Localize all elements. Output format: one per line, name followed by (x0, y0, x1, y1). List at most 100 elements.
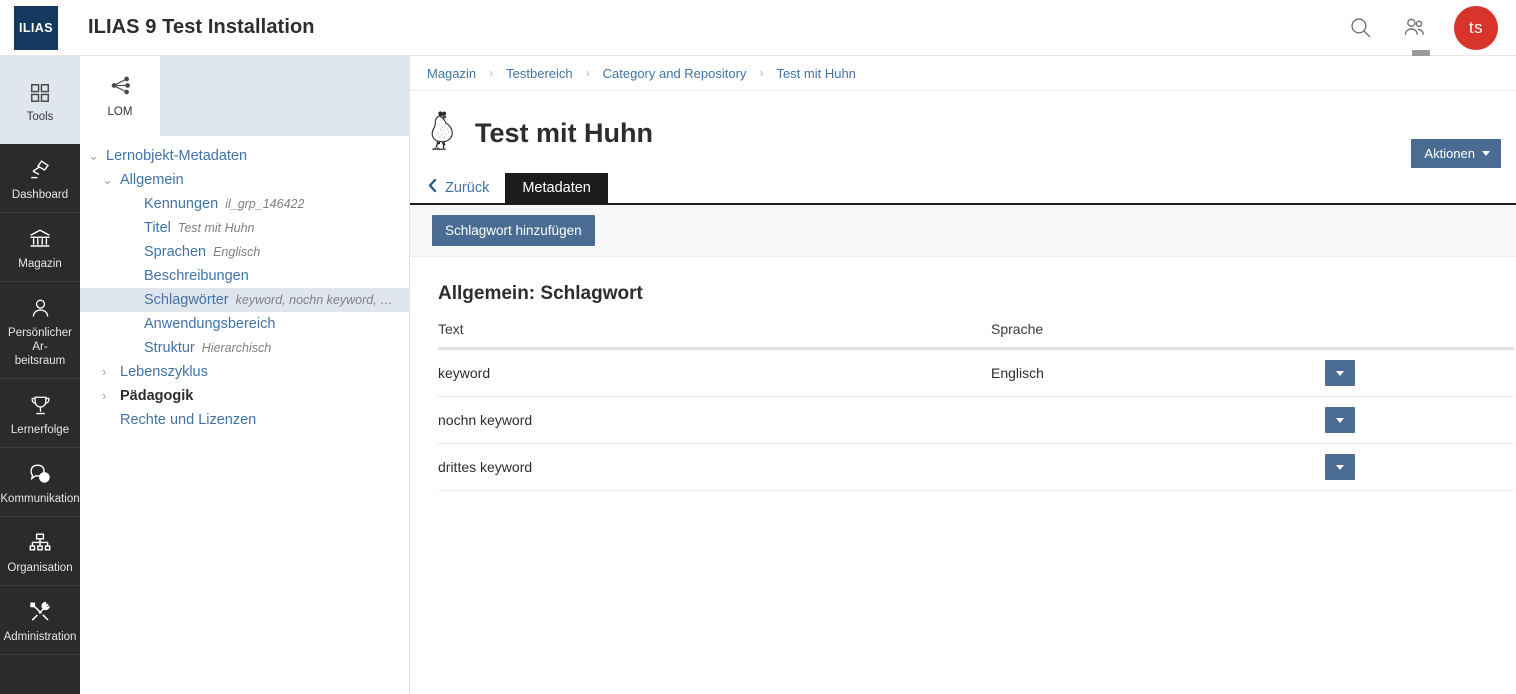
tools-icon (28, 598, 52, 624)
sidebar-item-dashboard[interactable]: Dashboard (0, 144, 80, 213)
lom-label: LOM (107, 106, 133, 118)
breadcrumb-item[interactable]: Category and Repository (603, 66, 747, 81)
chevron-down-icon[interactable]: ⌄ (102, 172, 120, 188)
grid-icon (29, 78, 51, 104)
content-toolbar: Schlagwort hinzufügen (410, 205, 1516, 257)
app-root: ILIAS ILIAS 9 Test Installation ts Tools… (0, 0, 1516, 694)
tab-back[interactable]: Zurück (427, 178, 505, 203)
sidebar-item-tools[interactable]: Tools (0, 56, 80, 144)
tree-node[interactable]: › Pädagogik (80, 384, 409, 408)
sidebar-item-label: Administration (3, 631, 77, 643)
breadcrumb-separator: › (489, 66, 494, 80)
column-header-text: Text (438, 321, 464, 337)
tab-bar: Zurück Metadaten (410, 171, 1516, 205)
breadcrumb-item[interactable]: Test mit Huhn (776, 66, 855, 81)
tree-node[interactable]: ›Beschreibungen (80, 264, 409, 288)
tree-node[interactable]: ›Rechte und Lizenzen (80, 408, 409, 432)
cell-text: nochn keyword (438, 412, 533, 428)
column-header-sprache: Sprache (991, 321, 1044, 337)
tree-node-label: Pädagogik (120, 388, 194, 404)
ilias-logo[interactable]: ILIAS (14, 5, 58, 50)
tree-node-label: Titel (144, 220, 171, 236)
tree-node[interactable]: ›StrukturHierarchisch (80, 336, 409, 360)
chevron-down-icon (1336, 417, 1344, 423)
aktionen-label: Aktionen (1424, 146, 1475, 161)
tree-node-value: il_grp_146422 (225, 197, 305, 211)
row-actions-button[interactable] (1325, 407, 1355, 433)
tree-node[interactable]: › Lebenszyklus (80, 360, 409, 384)
sidebar-item-organisation[interactable]: Organisation (0, 517, 80, 586)
tree-node-label: Beschreibungen (144, 268, 249, 284)
chevron-right-icon[interactable]: › (102, 388, 120, 403)
sidebar-item-label: Lernerfolge (10, 424, 70, 436)
sidebar-item-kommunikation[interactable]: Kommunikation (0, 448, 80, 517)
tree-node[interactable]: ›Schlagwörterkeyword, nochn keyword, dri… (80, 288, 409, 312)
add-keyword-button[interactable]: Schlagwort hinzufügen (432, 215, 595, 246)
tree-node-label: Struktur (144, 340, 195, 356)
chevron-right-icon[interactable]: › (102, 364, 120, 379)
page-title: Test mit Huhn (475, 117, 653, 148)
tree-node[interactable]: ›TitelTest mit Huhn (80, 216, 409, 240)
chevron-down-icon (1482, 151, 1490, 156)
tree-node-label: Sprachen (144, 244, 207, 260)
person-icon (29, 294, 52, 320)
keywords-table: Text Sprache keyword Englisch nochn keywor… (438, 321, 1514, 491)
chicken-icon (427, 107, 461, 159)
tree-node[interactable]: ›Anwendungsbereich (80, 312, 409, 336)
search-icon[interactable] (1346, 14, 1374, 42)
lom-tool-button[interactable]: LOM (80, 56, 160, 136)
sidebar-item-magazin[interactable]: Magazin (0, 213, 80, 282)
tree-node-label: Kennungen (144, 196, 219, 212)
sidebar-item-label: Kommunikation (0, 493, 80, 505)
aktionen-button[interactable]: Aktionen (1411, 139, 1501, 168)
tree-node[interactable]: ⌄ Allgemein (80, 168, 409, 192)
org-chart-icon (28, 529, 52, 555)
breadcrumb-separator: › (585, 66, 590, 80)
row-actions-button[interactable] (1325, 454, 1355, 480)
cell-text: keyword (438, 365, 491, 381)
breadcrumb-separator: › (759, 66, 764, 80)
chevron-down-icon[interactable]: ⌄ (88, 148, 106, 164)
content-area: Magazin › Testbereich › Category and Reposit… (410, 56, 1516, 694)
main-navigation-bar: Tools Dashboard Magazin Persönlicher Ar-… (0, 56, 80, 694)
tree-node-value: Hierarchisch (201, 341, 272, 355)
tree-node[interactable]: ⌄ Lernobjekt-Metadaten (80, 144, 409, 168)
users-icon[interactable] (1400, 14, 1428, 42)
tree-node-value: Test mit Huhn (177, 221, 255, 235)
sidebar-item-lernerfolge[interactable]: Lernerfolge (0, 379, 80, 448)
tree-node-value: Englisch (213, 245, 261, 259)
metadata-tree: ⌄Lernobjekt-Metadaten⌄Allgemein › Kennunge… (80, 136, 409, 432)
lom-panel-background (160, 56, 410, 136)
page-title-row: Test mit Huhn Aktionen (410, 91, 1516, 171)
chat-icon (28, 460, 52, 486)
sidebar-item-administration[interactable]: Administration (0, 586, 80, 655)
chevron-down-icon (1336, 370, 1344, 376)
row-actions-button[interactable] (1325, 360, 1355, 386)
top-header: ILIAS ILIAS 9 Test Installation ts (0, 0, 1516, 56)
tree-node-label: Lebenszyklus (120, 364, 208, 380)
trophy-icon (29, 391, 52, 417)
cell-sprache: Englisch (991, 365, 1044, 381)
tab-metadaten[interactable]: Metadaten (505, 173, 608, 203)
lom-strip: LOM (80, 56, 410, 136)
share-nodes-icon (109, 74, 132, 102)
table-body: keyword Englisch nochn keyword drittes keyw… (438, 350, 1514, 491)
desk-lamp-icon (28, 156, 52, 182)
cell-text: drittes keyword (438, 459, 533, 475)
cell-actions (1325, 454, 1514, 480)
tool-slate-panel: LOM ⌄Lernobjekt-Metadaten⌄Allgemein › Kenn… (80, 56, 410, 694)
table-header-row: Text Sprache (438, 321, 1514, 350)
tree-node[interactable]: ›SprachenEnglisch (80, 240, 409, 264)
column-header-actions (1325, 321, 1514, 337)
avatar[interactable]: ts (1454, 5, 1498, 50)
sidebar-item-label: Tools (26, 111, 54, 123)
bank-icon (28, 225, 52, 251)
sidebar-item-persoenlicher-arbeitsraum[interactable]: Persönlicher Ar-beitsraum (0, 282, 80, 379)
breadcrumb-item[interactable]: Magazin (427, 66, 476, 81)
tree-node-label: Rechte und Lizenzen (120, 412, 257, 428)
chevron-left-icon (427, 178, 438, 197)
tree-node-label: Schlagwörter (144, 292, 229, 308)
tree-node[interactable]: ›Kennungenil_grp_146422 (80, 192, 409, 216)
installation-title: ILIAS 9 Test Installation (88, 16, 315, 38)
breadcrumb-item[interactable]: Testbereich (506, 66, 572, 81)
